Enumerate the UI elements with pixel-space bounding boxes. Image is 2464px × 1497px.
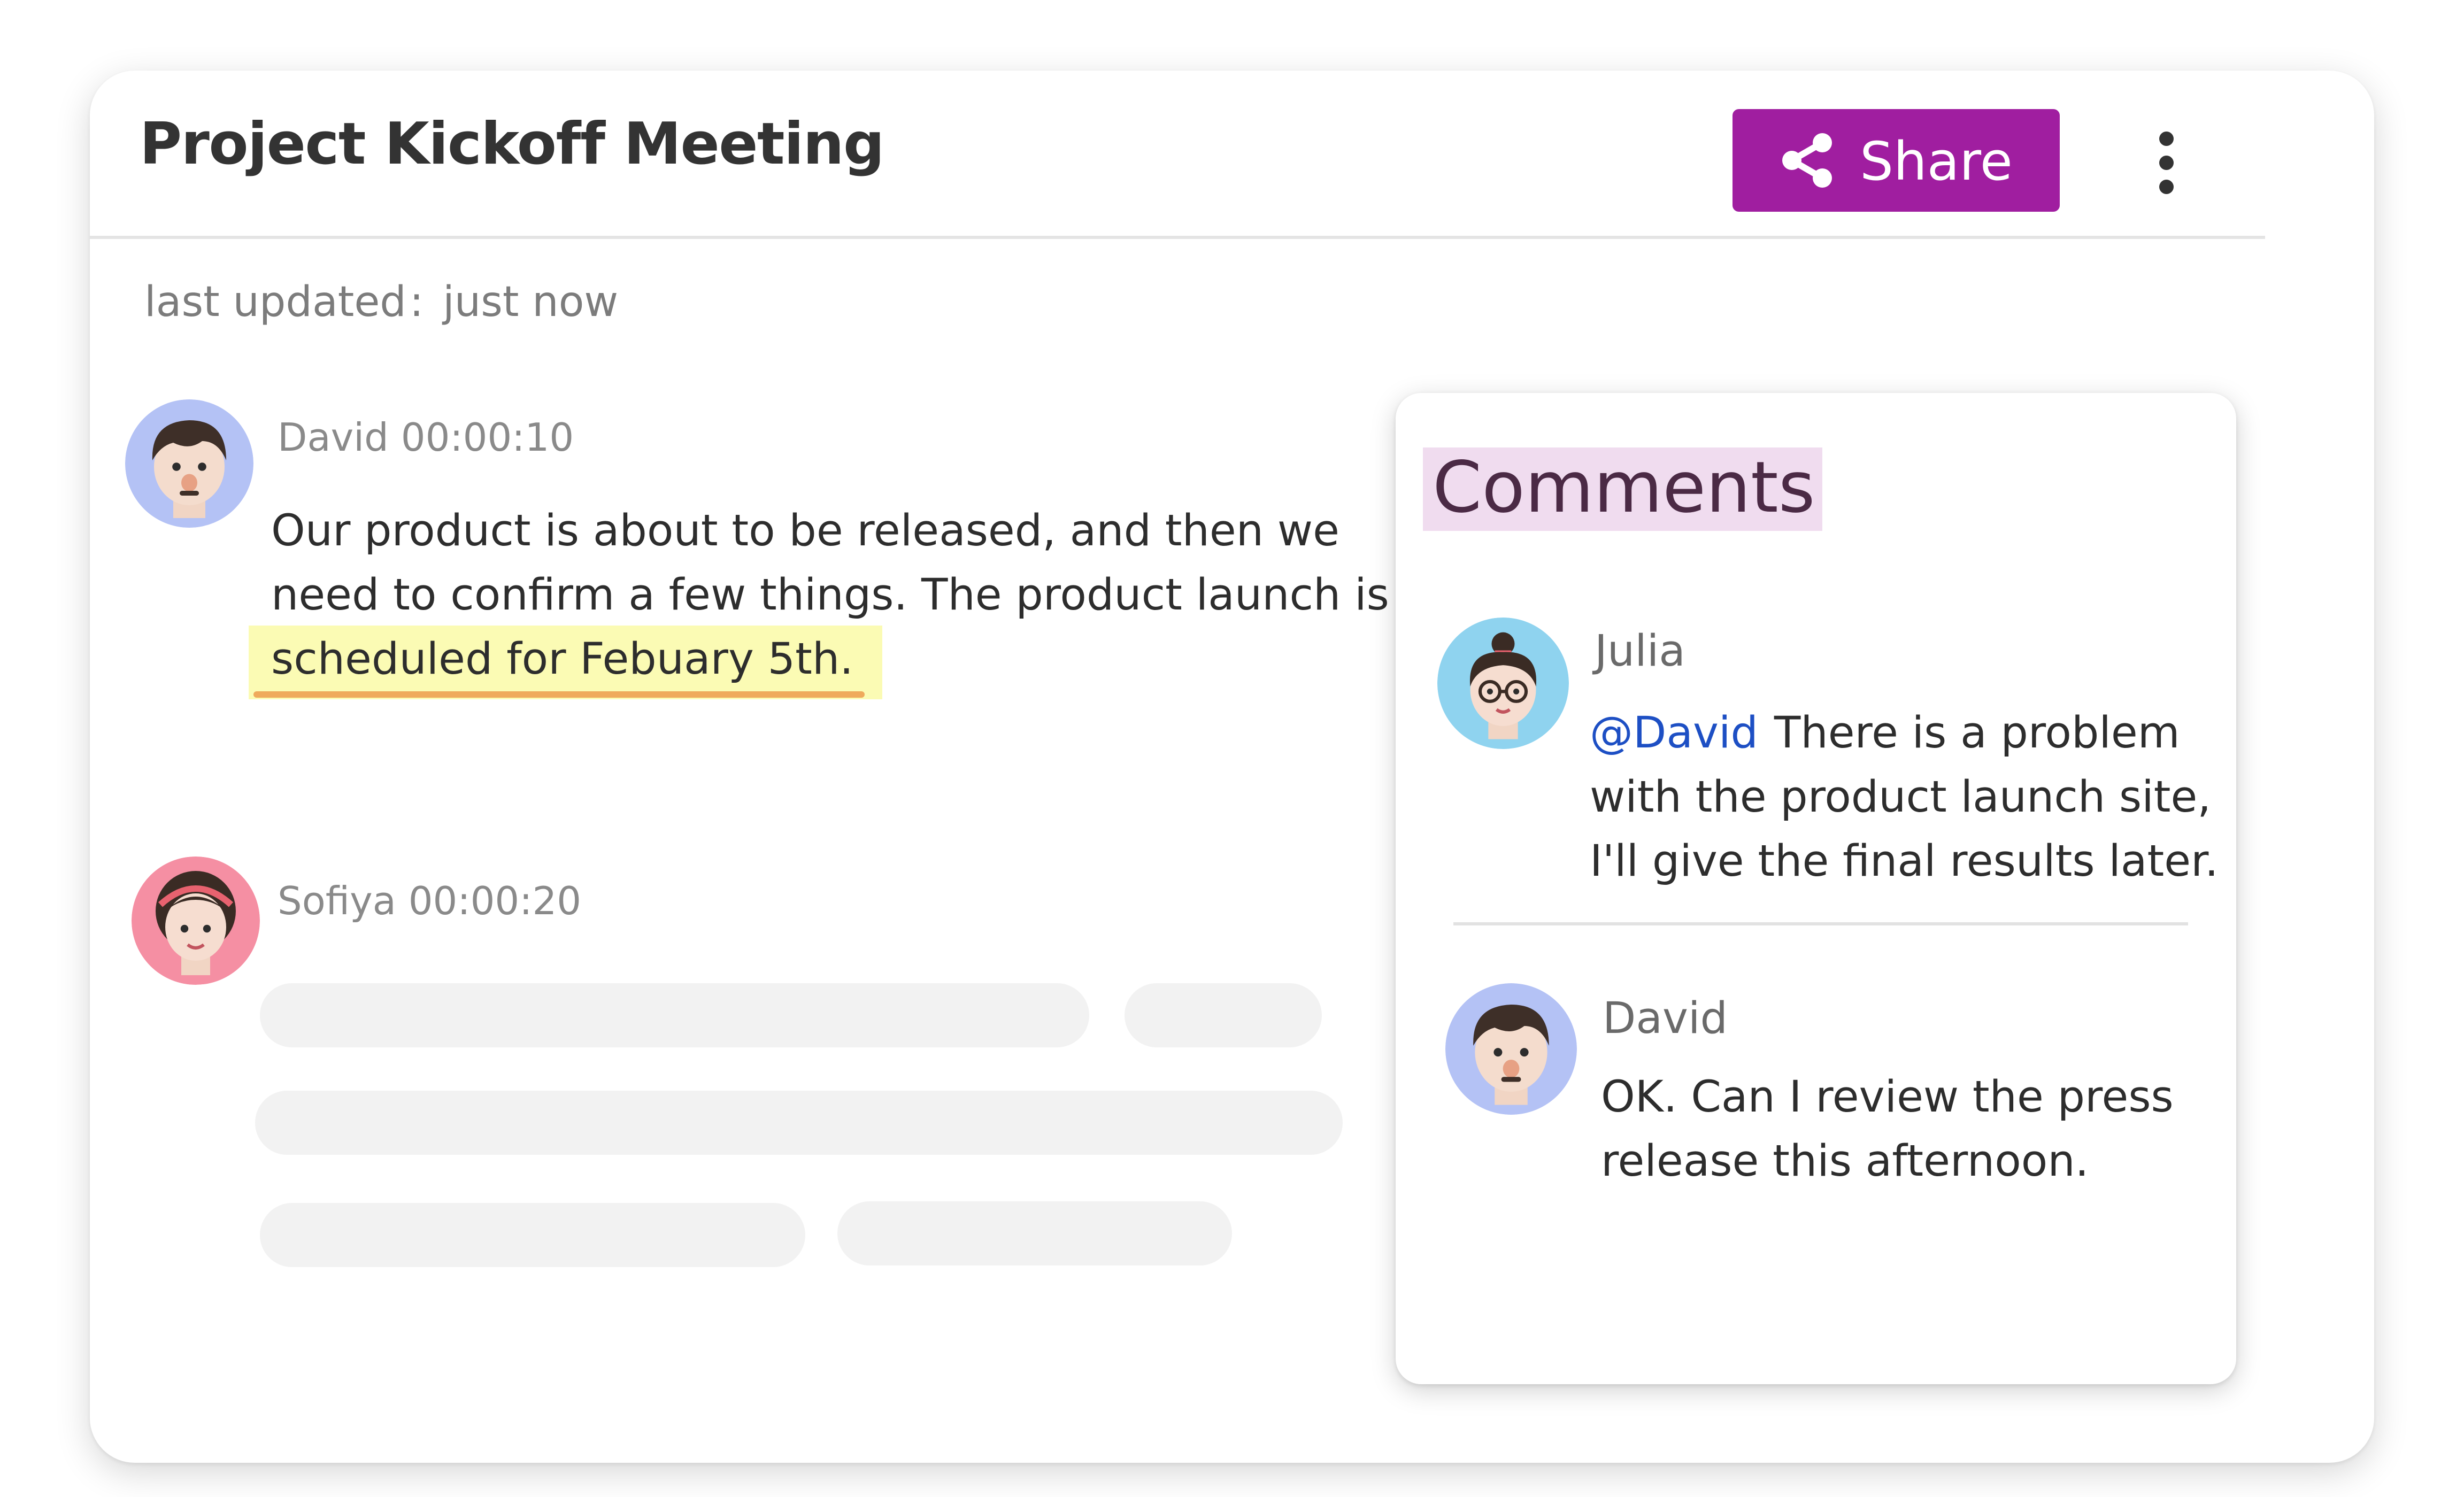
- sofiya-message-meta: Sofiya 00:00:20: [278, 879, 582, 924]
- loading-placeholder: [260, 1203, 805, 1267]
- share-icon: [1780, 132, 1837, 189]
- loading-placeholder: [837, 1201, 1232, 1265]
- message-text: Our product is about to be released, and…: [271, 507, 1389, 621]
- david-avatar: [125, 399, 253, 528]
- loading-placeholder: [1125, 983, 1322, 1047]
- more-vertical-icon: [2158, 130, 2173, 145]
- comments-title: Comments: [1423, 447, 1822, 531]
- last-updated-separator: :: [409, 279, 424, 327]
- comment-text: OK. Can I review the press release this …: [1601, 1073, 2174, 1187]
- loading-placeholder: [255, 1091, 1343, 1155]
- document-card: Project Kickoff Meeting Share last updat…: [90, 71, 2374, 1463]
- last-updated-value: just now: [443, 279, 619, 327]
- last-updated: last updated: just now: [144, 279, 618, 327]
- header-divider: [90, 236, 2265, 239]
- page-title: Project Kickoff Meeting: [140, 112, 884, 178]
- david-avatar: [1445, 983, 1577, 1115]
- comment-author: David: [1603, 994, 1728, 1044]
- comments-panel: Comments Julia @David There is a problem…: [1396, 393, 2236, 1384]
- david-message-text[interactable]: Our product is about to be released, and…: [271, 500, 1394, 693]
- share-button[interactable]: Share: [1732, 109, 2060, 212]
- comment-author: Julia: [1595, 627, 1685, 677]
- highlighted-text[interactable]: scheduled for Febuary 5th.: [271, 635, 853, 685]
- more-options-button[interactable]: [2137, 128, 2194, 196]
- david-message-meta: David 00:00:10: [278, 415, 574, 460]
- mention-link[interactable]: @David: [1590, 709, 1758, 759]
- comment-text: @David There is a problem with the produc…: [1590, 703, 2231, 895]
- last-updated-label: last updated: [144, 279, 406, 327]
- comment-divider: [1453, 922, 2188, 925]
- sofiya-avatar: [132, 856, 260, 985]
- julia-avatar: [1437, 618, 1569, 749]
- share-label: Share: [1860, 129, 2013, 192]
- loading-placeholder: [260, 983, 1089, 1047]
